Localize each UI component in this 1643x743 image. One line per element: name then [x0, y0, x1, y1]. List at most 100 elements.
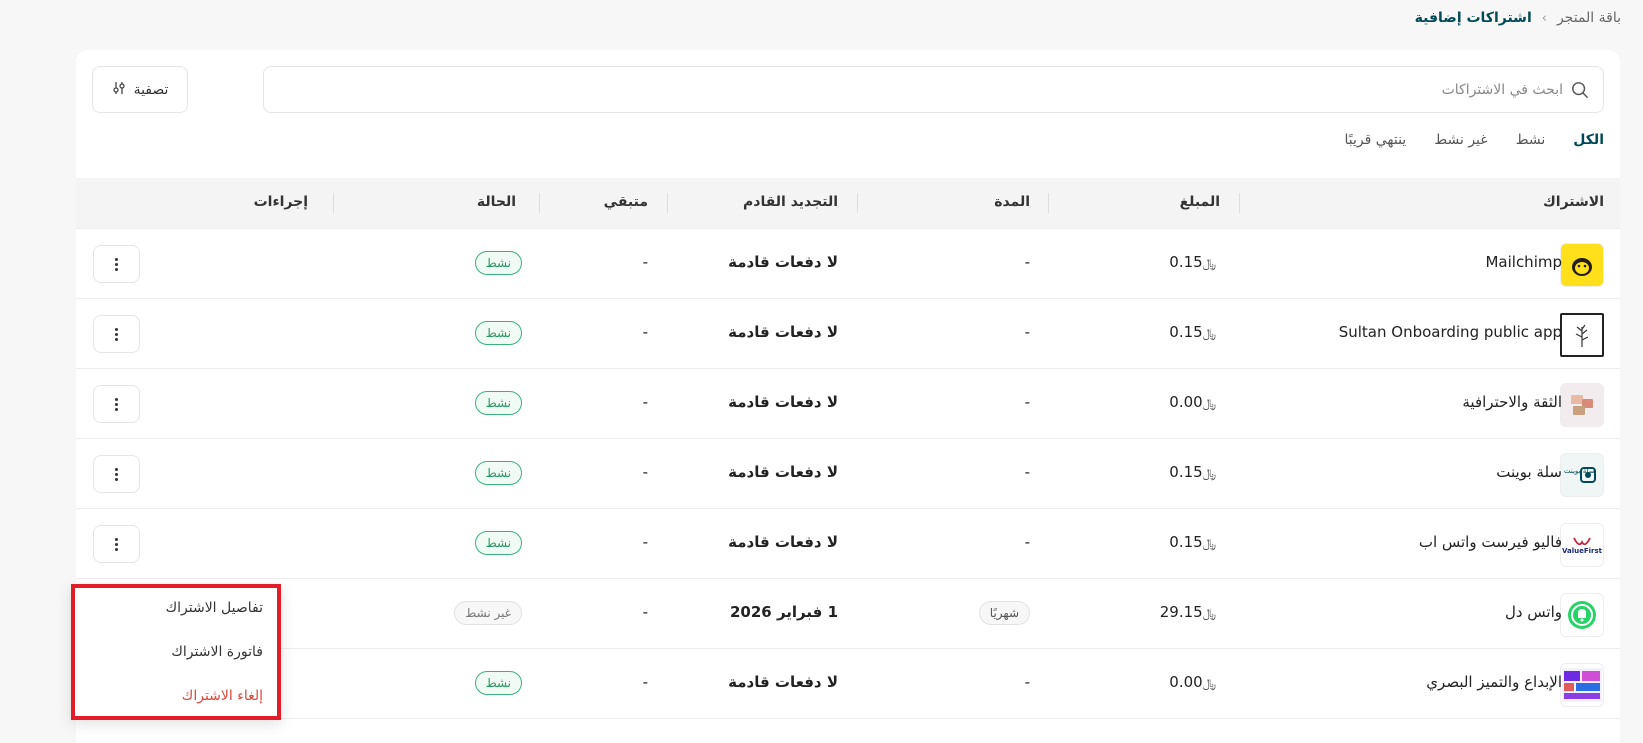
status-badge: نشط — [474, 251, 522, 275]
kebab-icon — [115, 537, 118, 552]
amount-value: 0.00 — [1169, 393, 1203, 411]
actions-button[interactable] — [93, 385, 140, 423]
riyal-icon: ﷼ — [1202, 256, 1216, 270]
subscription-name: Sultan Onboarding public app — [1338, 323, 1562, 341]
gallery-logo — [1560, 663, 1604, 707]
riyal-icon: ﷼ — [1202, 396, 1216, 410]
header-next-renewal: التجديد القادم — [743, 194, 838, 210]
amount: 0.15﷼ — [1169, 463, 1220, 481]
kebab-icon — [115, 257, 118, 272]
sliders-icon — [112, 81, 126, 99]
subscription-name: سلة بوينت — [1496, 463, 1562, 481]
header-divider — [1239, 193, 1240, 213]
amount-value: 0.00 — [1169, 673, 1203, 691]
header-amount: المبلغ — [1179, 194, 1220, 210]
table-row: الإبداع والتميز البصري 0.00﷼ - لا دفعات … — [76, 649, 1620, 719]
tab-expiring-soon[interactable]: ينتهي قريبًا — [1344, 132, 1406, 148]
kebab-icon — [115, 467, 118, 482]
whatsapp-bell-logo — [1560, 593, 1604, 637]
salla-point-logo-text: سلة بوينت — [1564, 467, 1595, 475]
header-duration: المدة — [994, 194, 1030, 210]
subscription-name: واتس دل — [1504, 603, 1562, 621]
header-actions: إجراءات — [253, 194, 308, 210]
subscription-name: الإبداع والتميز البصري — [1426, 673, 1562, 691]
table-row: Mailchimp 0.15﷼ - لا دفعات قادمة - نشط — [76, 229, 1620, 299]
amount: 0.15﷼ — [1169, 253, 1220, 271]
salla-point-logo: سلة بوينت — [1560, 453, 1604, 497]
table-row: الثقة والاحترافية 0.00﷼ - لا دفعات قادمة… — [76, 369, 1620, 439]
remaining: - — [642, 393, 648, 411]
actions-button[interactable] — [93, 525, 140, 563]
next-renewal: لا دفعات قادمة — [728, 533, 838, 551]
breadcrumb-parent[interactable]: باقة المتجر — [1557, 10, 1621, 26]
header-divider — [539, 193, 540, 213]
amount-value: 0.15 — [1169, 323, 1203, 341]
amount-value: 0.15 — [1169, 253, 1203, 271]
duration: - — [1024, 673, 1030, 691]
next-renewal: لا دفعات قادمة — [728, 673, 838, 691]
riyal-icon: ﷼ — [1202, 326, 1216, 340]
cards-logo — [1560, 383, 1604, 427]
next-renewal: 1 فبراير 2026 — [729, 603, 838, 621]
next-renewal: لا دفعات قادمة — [728, 323, 838, 341]
actions-button[interactable] — [93, 315, 140, 353]
header-status: الحالة — [476, 194, 516, 210]
duration: - — [1024, 533, 1030, 551]
header-divider — [857, 193, 858, 213]
amount: 0.15﷼ — [1169, 323, 1220, 341]
duration: - — [1024, 393, 1030, 411]
amount-value: 0.15 — [1169, 533, 1203, 551]
header-divider — [333, 193, 334, 213]
next-renewal: لا دفعات قادمة — [728, 253, 838, 271]
filter-label: تصفية — [133, 81, 169, 98]
tab-all[interactable]: الكل — [1573, 132, 1604, 148]
amount-value: 0.15 — [1169, 463, 1203, 481]
remaining: - — [642, 323, 648, 341]
header-divider — [1048, 193, 1049, 213]
chevron-left-icon: › — [1541, 10, 1547, 26]
breadcrumb-current: اشتراكات إضافية — [1414, 10, 1532, 26]
amount: 29.15﷼ — [1160, 603, 1220, 621]
duration: - — [1024, 463, 1030, 481]
breadcrumb: باقة المتجر › اشتراكات إضافية — [1415, 10, 1621, 26]
table-row: واتس دل 29.15﷼ شهريًا 1 فبراير 2026 - غي… — [76, 579, 1620, 649]
duration: - — [1024, 323, 1030, 341]
tab-active[interactable]: نشط — [1516, 132, 1546, 148]
plant-logo — [1560, 313, 1604, 357]
status-badge: نشط — [474, 531, 522, 555]
filter-button[interactable]: تصفية — [92, 66, 188, 113]
subscriptions-card: ابحث في الاشتراكات تصفية الكل نشط غير نش… — [76, 50, 1620, 743]
table-row: سلة بوينت سلة بوينت 0.15﷼ - لا دفعات قاد… — [76, 439, 1620, 509]
riyal-icon: ﷼ — [1202, 676, 1216, 690]
valuefirst-logo-text: ValueFirst — [1561, 546, 1603, 555]
menu-item-cancel-subscription[interactable]: إلغاء الاشتراك — [182, 688, 263, 704]
amount: 0.00﷼ — [1169, 393, 1220, 411]
status-tabs: الكل نشط غير نشط ينتهي قريبًا — [1344, 132, 1604, 148]
duration-badge: شهريًا — [978, 601, 1030, 625]
status-badge: نشط — [474, 461, 522, 485]
subscription-name: الثقة والاحترافية — [1462, 393, 1562, 411]
table-row: ValueFirst فاليو فيرست واتس اب 0.15﷼ - ل… — [76, 509, 1620, 579]
status-badge: نشط — [474, 391, 522, 415]
tab-inactive[interactable]: غير نشط — [1434, 132, 1487, 148]
next-renewal: لا دفعات قادمة — [728, 463, 838, 481]
menu-item-subscription-details[interactable]: تفاصيل الاشتراك — [166, 600, 263, 616]
search-placeholder: ابحث في الاشتراكات — [1441, 81, 1563, 98]
actions-dropdown-menu: تفاصيل الاشتراك فاتورة الاشتراك إلغاء ال… — [71, 584, 281, 720]
remaining: - — [642, 673, 648, 691]
remaining: - — [642, 463, 648, 481]
header-subscription: الاشتراك — [1542, 194, 1604, 210]
menu-item-subscription-invoice[interactable]: فاتورة الاشتراك — [171, 644, 263, 660]
actions-button[interactable] — [93, 455, 140, 493]
table-row: Sultan Onboarding public app 0.15﷼ - لا … — [76, 299, 1620, 369]
actions-button[interactable] — [93, 245, 140, 283]
table-header: الاشتراك المبلغ المدة التجديد القادم متب… — [76, 178, 1620, 229]
header-divider — [667, 193, 668, 213]
mailchimp-logo — [1560, 243, 1604, 287]
search-input[interactable]: ابحث في الاشتراكات — [263, 66, 1604, 113]
remaining: - — [642, 603, 648, 621]
amount-value: 29.15 — [1159, 603, 1203, 621]
kebab-icon — [115, 397, 118, 412]
header-remaining: متبقي — [603, 194, 648, 210]
status-badge: نشط — [474, 321, 522, 345]
